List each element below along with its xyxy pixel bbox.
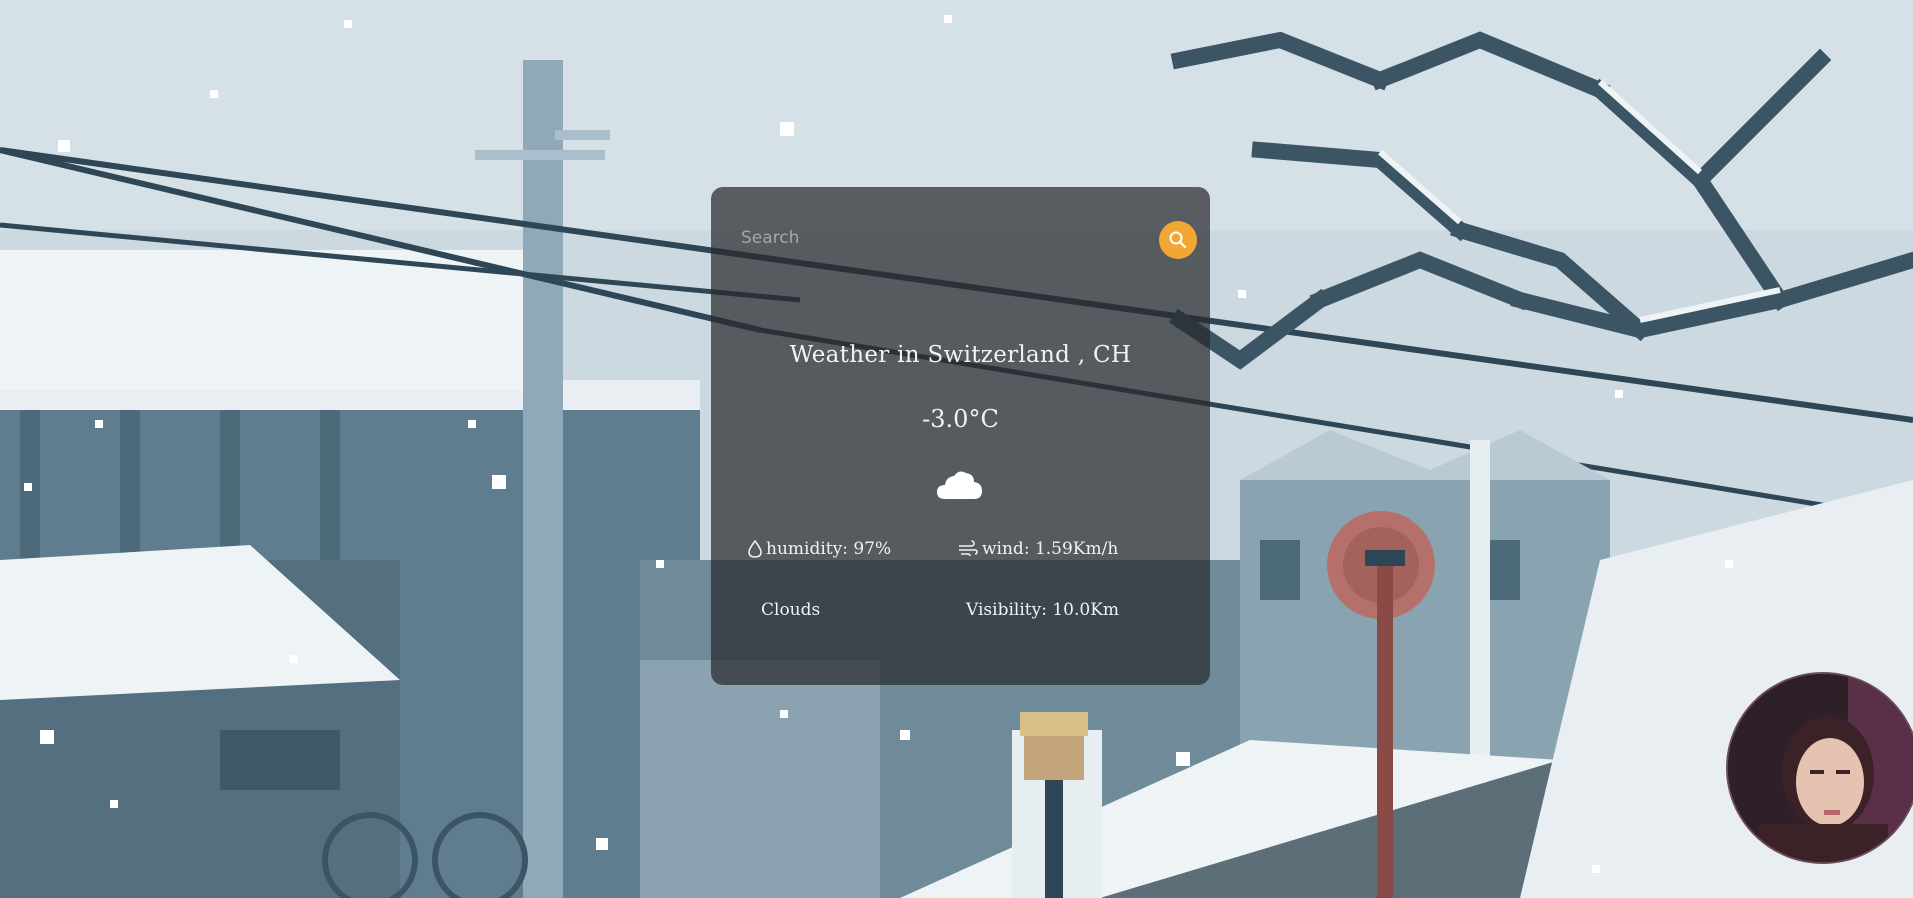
- wind-stat: wind: 1.59Km/h: [958, 539, 1118, 559]
- search-input[interactable]: [735, 221, 1135, 255]
- wind-text: wind: 1.59Km/h: [982, 539, 1119, 559]
- temperature-value: -3.0°C: [922, 405, 999, 433]
- cloud-icon: [937, 471, 982, 499]
- humidity-stat: humidity: 97%: [748, 539, 891, 559]
- search-button[interactable]: [1159, 221, 1197, 259]
- avatar-photo: [1728, 674, 1913, 862]
- visibility-stat: Visibility: 10.0Km: [966, 600, 1120, 620]
- weather-card: Weather in Switzerland , CH -3.0°C humid…: [711, 187, 1210, 685]
- droplet-icon: [748, 540, 762, 558]
- avatar[interactable]: [1726, 672, 1913, 864]
- search-bar: [735, 221, 1197, 259]
- wind-icon: [959, 540, 978, 557]
- humidity-text: humidity: 97%: [766, 539, 892, 559]
- weather-location-title: Weather in Switzerland , CH: [789, 342, 1132, 368]
- weather-description: Clouds: [761, 600, 821, 620]
- search-icon: [1169, 231, 1187, 249]
